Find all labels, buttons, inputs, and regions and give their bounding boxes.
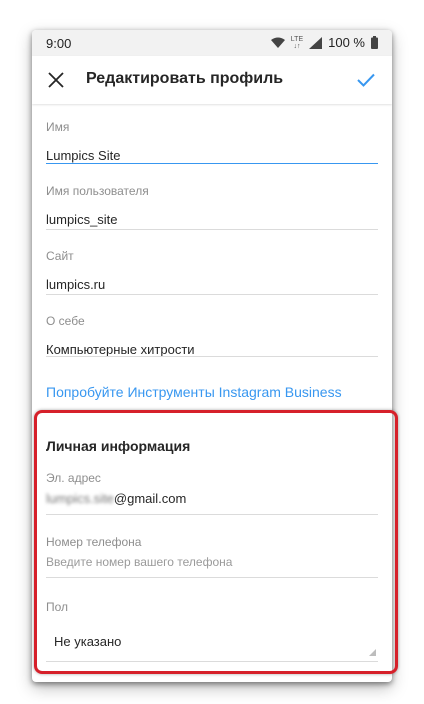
website-field[interactable]: Сайт lumpics.ru	[46, 249, 378, 295]
status-time: 9:00	[46, 36, 72, 51]
app-bar: Редактировать профиль	[32, 56, 392, 104]
bio-label: О себе	[46, 314, 85, 328]
resize-handle-icon	[369, 649, 376, 656]
name-underline	[46, 163, 378, 164]
check-icon	[357, 73, 375, 87]
wifi-icon	[270, 37, 285, 48]
email-domain: @gmail.com	[113, 491, 187, 506]
gender-label: Пол	[46, 600, 69, 614]
phone-label: Номер телефона	[46, 535, 142, 549]
email-username-blurred: lumpics.site	[46, 491, 114, 506]
name-field[interactable]: Имя Lumpics Site	[46, 120, 378, 164]
battery-text: 100 %	[328, 35, 365, 50]
username-underline	[46, 229, 378, 230]
name-label: Имя	[46, 120, 70, 134]
email-input[interactable]: lumpics.site@gmail.com	[46, 491, 378, 506]
lte-label: LTE	[290, 35, 304, 43]
page-title: Редактировать профиль	[86, 70, 284, 87]
business-tools-link[interactable]: Попробуйте Инструменты Instagram Busines…	[46, 384, 342, 400]
data-arrows-icon: ↓↑	[293, 42, 301, 50]
username-input[interactable]: lumpics_site	[46, 212, 378, 227]
status-bar: 9:00 LTE ↓↑ 100 %	[32, 30, 392, 56]
gender-select[interactable]: Не указано	[46, 616, 378, 662]
username-field[interactable]: Имя пользователя lumpics_site	[46, 184, 378, 230]
username-label: Имя пользователя	[46, 184, 149, 198]
save-button[interactable]	[352, 66, 380, 94]
bio-input[interactable]: Компьютерные хитрости	[46, 342, 378, 357]
email-field[interactable]: Эл. адрес lumpics.site@gmail.com	[46, 471, 378, 515]
gender-underline	[46, 661, 378, 662]
status-icons: LTE ↓↑ 100 %	[270, 35, 378, 50]
close-icon	[48, 72, 64, 88]
phone-field[interactable]: Номер телефона Введите номер вашего теле…	[46, 535, 378, 578]
website-input[interactable]: lumpics.ru	[46, 277, 378, 292]
phone-input[interactable]: Введите номер вашего телефона	[46, 555, 378, 569]
personal-info-heading: Личная информация	[46, 438, 191, 454]
phone-screen: 9:00 LTE ↓↑ 100 % Редактировать профиль …	[32, 30, 392, 682]
battery-icon	[371, 36, 378, 49]
website-underline	[46, 294, 378, 295]
lte-indicator: LTE ↓↑	[291, 36, 303, 50]
website-label: Сайт	[46, 249, 74, 263]
email-underline	[46, 514, 378, 515]
gender-value: Не указано	[54, 634, 122, 649]
email-label: Эл. адрес	[46, 471, 101, 485]
signal-icon	[309, 36, 323, 49]
bio-field[interactable]: О себе Компьютерные хитрости	[46, 314, 378, 357]
phone-underline	[46, 577, 378, 578]
name-input[interactable]: Lumpics Site	[46, 148, 378, 163]
close-button[interactable]	[42, 66, 70, 94]
bio-underline	[46, 356, 378, 357]
gender-label-wrap: Пол	[46, 600, 378, 614]
